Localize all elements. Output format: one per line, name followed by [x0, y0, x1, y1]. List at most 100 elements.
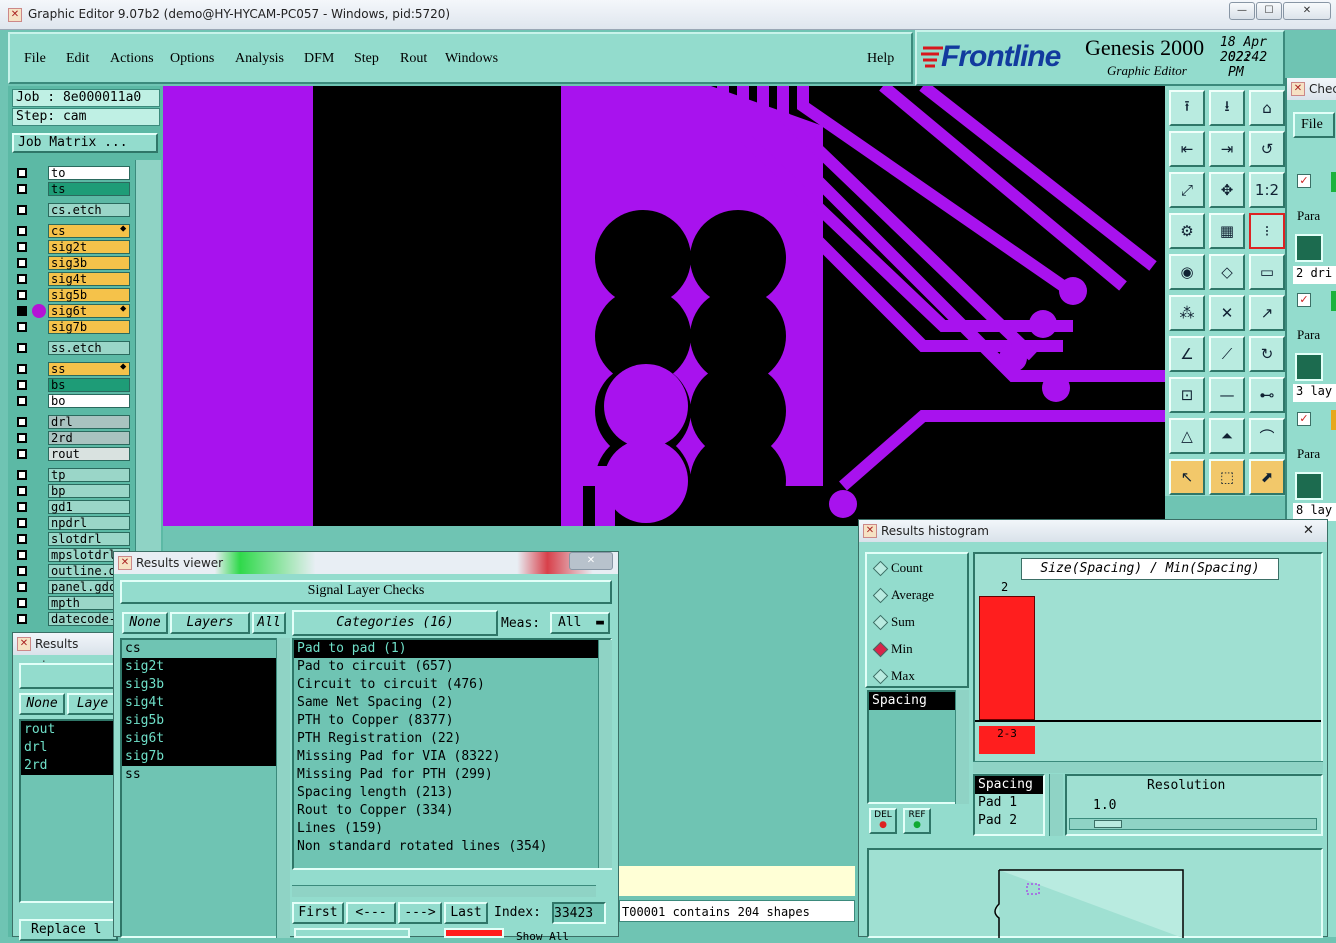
layer-name[interactable]: sig6t [48, 304, 130, 318]
layer-row-bo[interactable]: bo [14, 394, 132, 408]
layer-row-ts[interactable]: ts [14, 182, 132, 196]
menu-dfm[interactable]: DFM [304, 51, 334, 67]
ruler-icon[interactable]: ▭ [1249, 254, 1285, 290]
layer-checkbox[interactable] [17, 598, 27, 608]
first-button[interactable]: First [292, 902, 344, 924]
layer-checkbox[interactable] [17, 343, 27, 353]
layer-name[interactable]: sig2t [48, 240, 130, 254]
category-item[interactable]: Circuit to circuit (476) [294, 676, 610, 694]
home-icon[interactable]: ⌂ [1249, 90, 1285, 126]
layer-row-csetch[interactable]: cs.etch [14, 203, 132, 217]
connect-icon[interactable]: ⁂ [1169, 295, 1205, 331]
layers-all-button[interactable]: All [252, 612, 286, 634]
polygon-icon[interactable]: ◇ [1209, 254, 1245, 290]
line-icon[interactable]: ↗ [1249, 295, 1285, 331]
layer-checkbox[interactable] [17, 380, 27, 390]
menu-windows[interactable]: Windows [445, 51, 498, 67]
layer-row-sig3b[interactable]: sig3b [14, 256, 132, 270]
layer-name[interactable]: bp [48, 484, 130, 498]
layer-row-drl[interactable]: drl [14, 415, 132, 429]
layer-name[interactable]: sig4t [48, 272, 130, 286]
category-item[interactable]: Rout to Copper (334) [294, 802, 610, 820]
layer-row-tp[interactable]: tp [14, 468, 132, 482]
layer-name[interactable]: tp [48, 468, 130, 482]
layer-row-rout[interactable]: rout [14, 447, 132, 461]
layer-name[interactable]: bo [48, 394, 130, 408]
index-input[interactable] [552, 902, 606, 924]
layer-row-2rd[interactable]: 2rd [14, 431, 132, 445]
pointer-box-icon[interactable]: ⬚ [1209, 459, 1245, 495]
action-icon-2[interactable] [1295, 353, 1323, 381]
segment-icon[interactable]: — [1209, 377, 1245, 413]
menu-help[interactable]: Help [867, 51, 894, 67]
layer-name[interactable]: cs [48, 224, 130, 238]
layer-row-ss[interactable]: ss ⬥ [14, 362, 132, 376]
layer-row-slotdrl[interactable]: slotdrl [14, 532, 132, 546]
download-icon[interactable]: ⭳ [1209, 90, 1245, 126]
layer-checkbox[interactable] [17, 486, 27, 496]
layer-name[interactable]: npdrl [48, 516, 130, 530]
zoom-fit-icon[interactable]: ⤢ [1169, 172, 1205, 208]
back-layers-button[interactable]: Laye [67, 693, 118, 715]
layer-row-sig4t[interactable]: sig4t [14, 272, 132, 286]
pointer-alt-icon[interactable]: ⬈ [1249, 459, 1285, 495]
next-button[interactable]: ---> [398, 902, 442, 924]
layer-checkbox[interactable] [17, 470, 27, 480]
job-matrix-button[interactable]: Job Matrix ... [12, 133, 158, 153]
layer-row-bp[interactable]: bp [14, 484, 132, 498]
check-row-2[interactable]: 3 lay [1293, 384, 1336, 402]
meas-select[interactable]: All ▬ [550, 612, 610, 634]
result-layer-item[interactable]: sig5b [122, 712, 276, 730]
histogram-bar[interactable] [979, 596, 1035, 720]
layer-row-npdrl[interactable]: npdrl [14, 516, 132, 530]
scale-icon[interactable]: 1:2 [1249, 172, 1285, 208]
layer-checkbox[interactable] [17, 502, 27, 512]
layer-checkbox[interactable] [17, 205, 27, 215]
result-layer-item[interactable]: sig3b [122, 676, 276, 694]
category-item[interactable]: PTH to Copper (8377) [294, 712, 610, 730]
layer-checkbox[interactable] [17, 364, 27, 374]
layer-row-sig5b[interactable]: sig5b [14, 288, 132, 302]
snap-icon[interactable]: ⁝ [1249, 213, 1285, 249]
check-toggle-2[interactable]: ✓ [1297, 293, 1311, 307]
action-icon-1[interactable] [1295, 234, 1323, 262]
layer-checkbox[interactable] [17, 550, 27, 560]
layer-row-sig6t[interactable]: sig6t ⬥ [14, 304, 132, 318]
layer-checkbox[interactable] [17, 417, 27, 427]
menu-actions[interactable]: Actions [110, 51, 154, 67]
upload-icon[interactable]: ⭱ [1169, 90, 1205, 126]
layer-name[interactable]: bs [48, 378, 130, 392]
layer-checkbox[interactable] [17, 242, 27, 252]
layer-row-to[interactable]: to [14, 166, 132, 180]
graphic-canvas[interactable] [163, 86, 1165, 526]
layer-name[interactable]: ss.etch [48, 341, 130, 355]
del-button[interactable]: DEL ● [869, 808, 897, 834]
layer-checkbox[interactable] [17, 306, 27, 316]
layer-checkbox[interactable] [17, 290, 27, 300]
layer-name[interactable]: gd1 [48, 500, 130, 514]
copy-icon[interactable]: ⊡ [1169, 377, 1205, 413]
layer-checkbox[interactable] [17, 184, 27, 194]
layer-list-scrollbar[interactable] [276, 638, 290, 938]
layer-name[interactable]: ss [48, 362, 130, 376]
category-item[interactable]: Pad to pad (1) [294, 640, 610, 658]
angle-icon[interactable]: ∠ [1169, 336, 1205, 372]
layer-name[interactable]: cs.etch [48, 203, 130, 217]
back-none-button[interactable]: None [19, 693, 65, 715]
layer-row-ssetch[interactable]: ss.etch [14, 341, 132, 355]
layer-row-cs[interactable]: cs ⬥ [14, 224, 132, 238]
category-item[interactable]: Pad to circuit (657) [294, 658, 610, 676]
layer-checkbox[interactable] [17, 322, 27, 332]
result-layer-item[interactable]: sig2t [122, 658, 276, 676]
attribute-item[interactable]: Pad 1 [975, 794, 1043, 812]
result-layer-item[interactable]: sig7b [122, 748, 276, 766]
layer-name[interactable]: slotdrl [48, 532, 130, 546]
layer-row-sig7b[interactable]: sig7b [14, 320, 132, 334]
pointer-icon[interactable]: ↖ [1169, 459, 1205, 495]
check-toggle-1[interactable]: ✓ [1297, 174, 1311, 188]
categories-header[interactable]: Categories (16) [292, 610, 498, 636]
check-row-1[interactable]: 2 dri [1293, 266, 1336, 284]
category-list-scrollbar[interactable] [598, 640, 612, 868]
shift-right-icon[interactable]: ⇥ [1209, 131, 1245, 167]
draw-line-icon[interactable]: ⟋ [1209, 336, 1245, 372]
